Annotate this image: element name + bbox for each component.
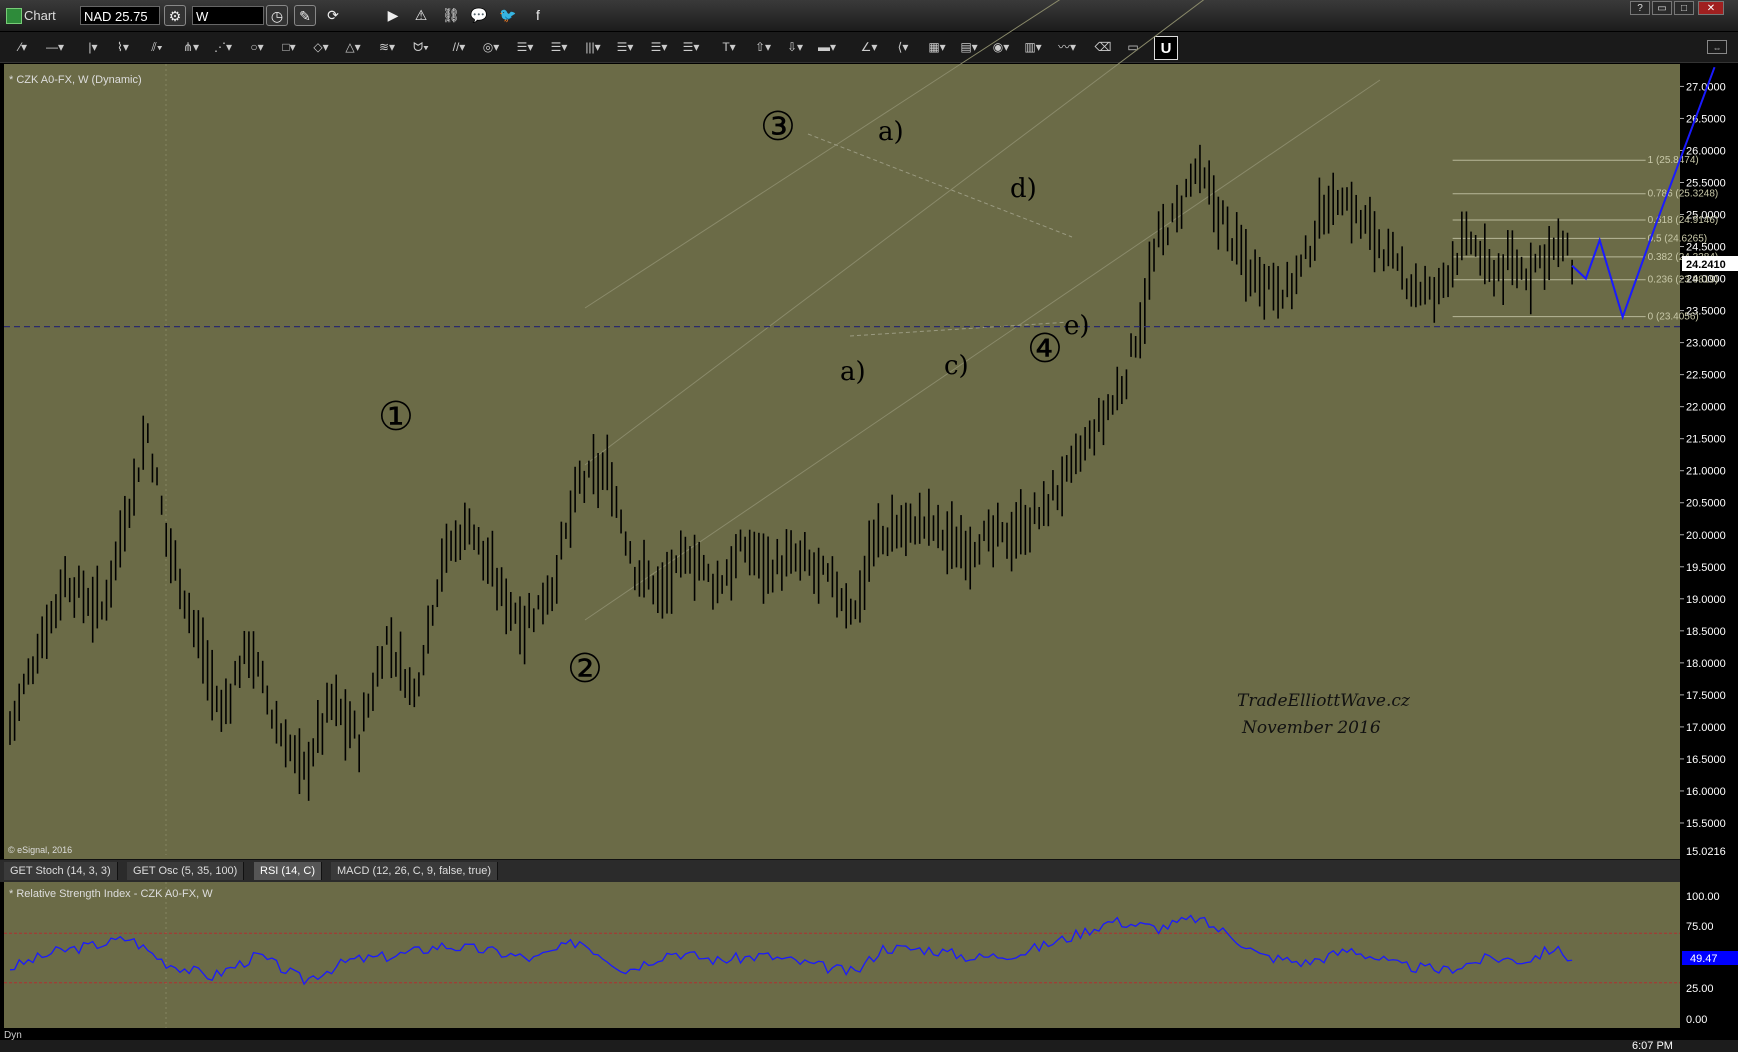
wave-3-label: ③ [760, 104, 796, 150]
price-tick-label: 22.5000 [1686, 370, 1726, 382]
price-axis-bottom-label: 15.0216 [1686, 846, 1726, 858]
price-tick-label: 21.5000 [1686, 434, 1726, 446]
tab-rsi[interactable]: RSI (14, C) [254, 862, 323, 880]
tab-get-stoch[interactable]: GET Stoch (14, 3, 3) [4, 862, 118, 880]
price-tick-label: 15.5000 [1686, 818, 1726, 830]
tab-macd[interactable]: MACD (12, 26, C, 9, false, true) [331, 862, 499, 880]
wave-2-label: ② [567, 646, 603, 692]
rsi-tick-75: 75.00 [1686, 921, 1714, 933]
rsi-panel-bg [4, 882, 1680, 1028]
study-tabs: GET Stoch (14, 3, 3) GET Osc (5, 35, 100… [0, 859, 1680, 882]
fib-level-label: 1 (25.8474) [1648, 155, 1699, 166]
price-tick-label: 18.5000 [1686, 626, 1726, 638]
price-tick-label: 16.0000 [1686, 786, 1726, 798]
price-tick-label: 18.0000 [1686, 658, 1726, 670]
price-panel-bg [4, 64, 1680, 859]
rsi-tick-100: 100.00 [1686, 891, 1720, 903]
price-tick-label: 19.5000 [1686, 562, 1726, 574]
last-price-label: 24.2410 [1686, 259, 1726, 271]
rsi-tick-25: 25.00 [1686, 983, 1714, 995]
price-tick-label: 17.0000 [1686, 722, 1726, 734]
price-tick-label: 19.0000 [1686, 594, 1726, 606]
price-tick-label: 25.5000 [1686, 177, 1726, 189]
wave-a-top-label: a) [878, 117, 904, 147]
chart-header: * CZK A0-FX, W (Dynamic) [9, 74, 142, 86]
clock: 6:07 PM [1632, 1040, 1673, 1052]
wave-d-label: d) [1010, 174, 1037, 204]
fib-level-label: 0.786 (25.3248) [1648, 189, 1719, 200]
wave-c-label: c) [944, 351, 969, 381]
rsi-current-label: 49.47 [1690, 953, 1718, 965]
taskbar [0, 1040, 1738, 1052]
price-tick-label: 17.5000 [1686, 690, 1726, 702]
signature-line-2: November 2016 [1241, 718, 1381, 738]
copyright: © eSignal, 2016 [8, 845, 72, 855]
rsi-tick-0: 0.00 [1686, 1014, 1707, 1026]
fib-level-label: 0.5 (24.6265) [1648, 233, 1708, 244]
rsi-title: * Relative Strength Index - CZK A0-FX, W [9, 888, 213, 900]
wave-a-bottom-label: a) [840, 357, 866, 387]
wave-e-label: e) [1064, 311, 1090, 341]
price-tick-label: 20.5000 [1686, 498, 1726, 510]
tab-get-osc[interactable]: GET Osc (5, 35, 100) [127, 862, 245, 880]
price-tick-label: 22.0000 [1686, 402, 1726, 414]
price-tick-label: 20.0000 [1686, 530, 1726, 542]
chart-area[interactable]: 27.000026.500026.000025.500025.000024.50… [0, 0, 1738, 1052]
wave-1-label: ① [378, 394, 414, 440]
price-tick-label: 23.0000 [1686, 338, 1726, 350]
signature-line-1: TradeElliottWave.cz [1237, 691, 1411, 711]
fib-level-label: 0.236 (23.9819) [1648, 275, 1719, 286]
price-tick-label: 26.5000 [1686, 113, 1726, 125]
price-tick-label: 21.0000 [1686, 466, 1726, 478]
wave-4-label: ④ [1027, 326, 1063, 372]
price-tick-label: 16.5000 [1686, 754, 1726, 766]
fib-level-label: 0 (23.4056) [1648, 312, 1699, 323]
